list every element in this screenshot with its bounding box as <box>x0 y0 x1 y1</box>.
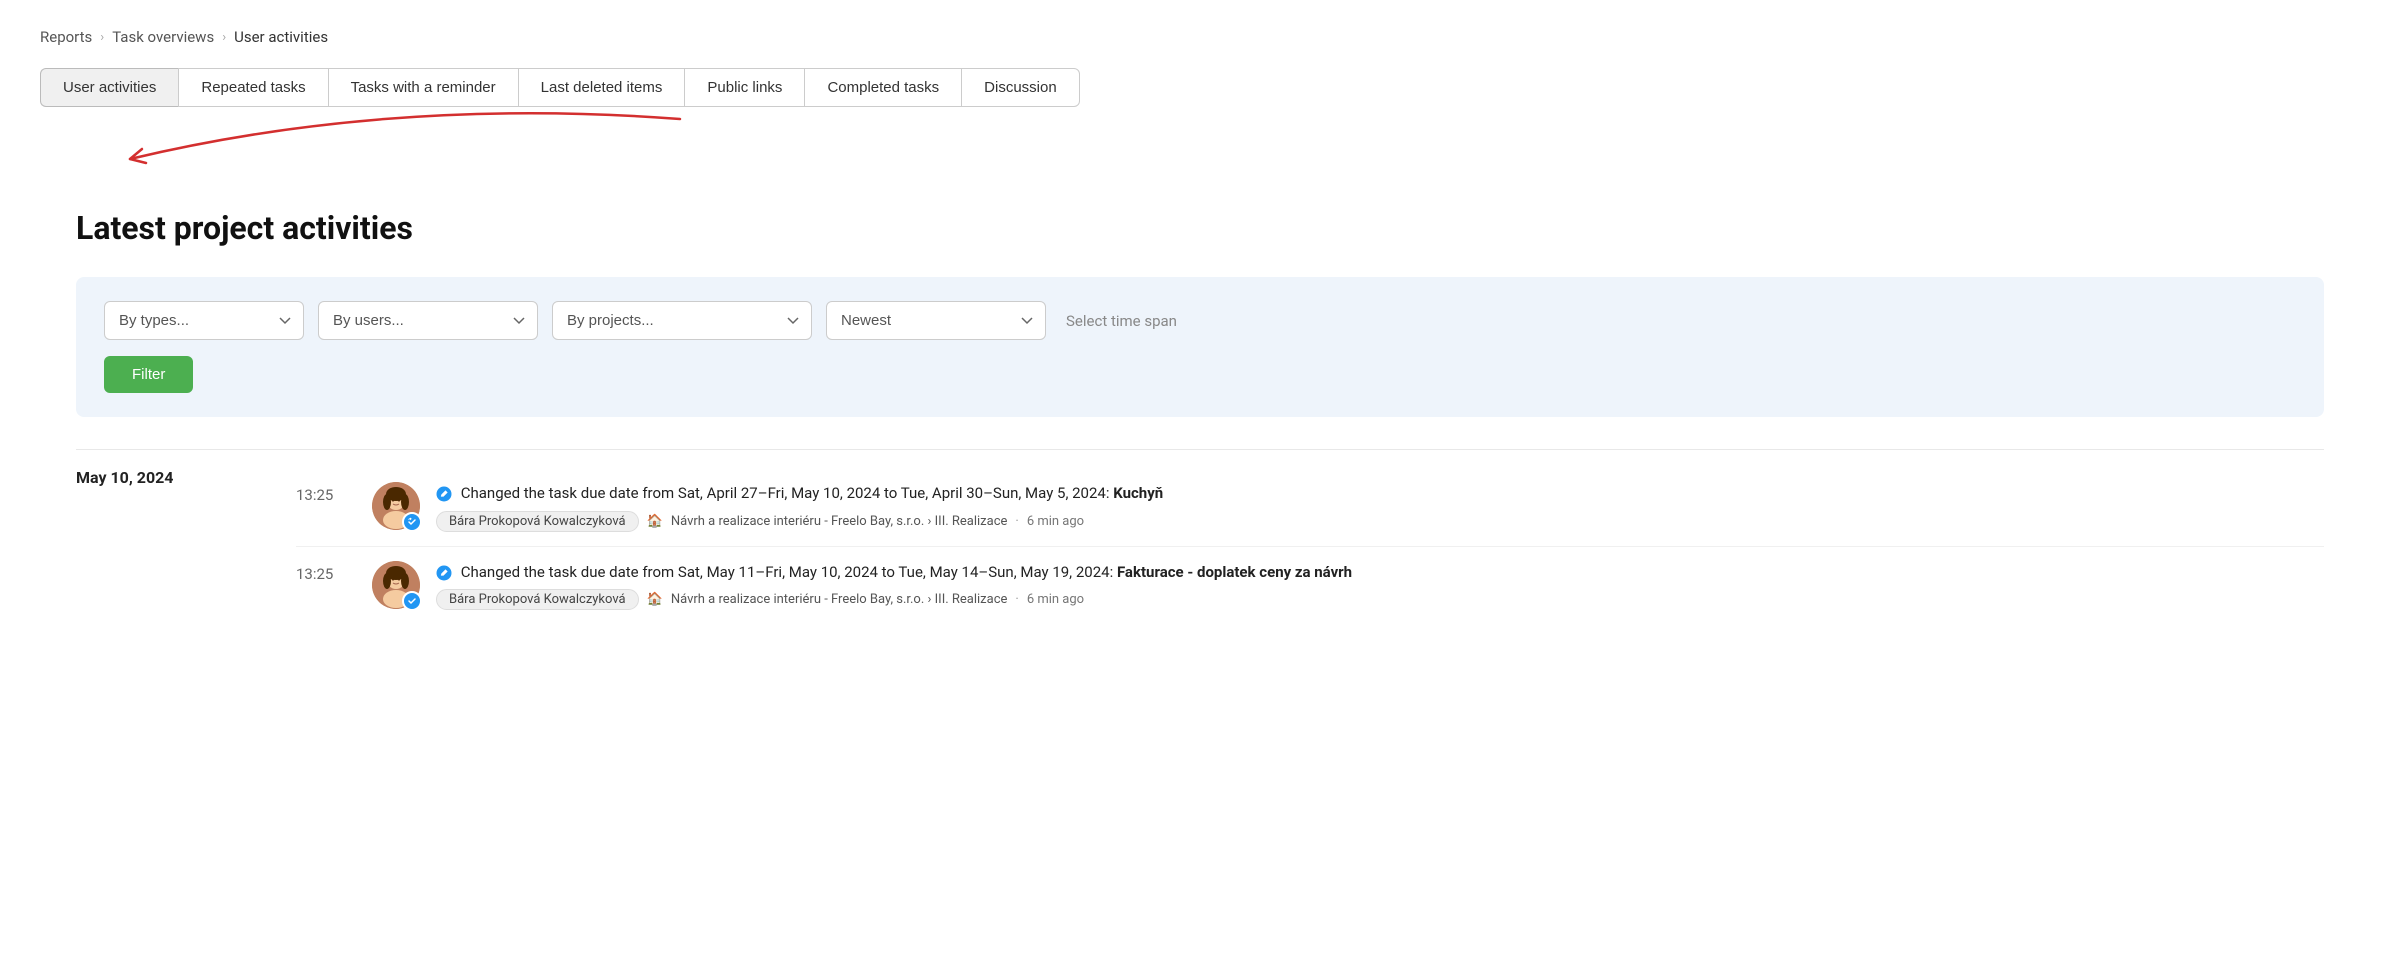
activity-list: May 10, 2024 13:25 <box>76 449 2324 634</box>
tab-user-activities[interactable]: User activities <box>40 68 178 107</box>
tab-tasks-with-reminder[interactable]: Tasks with a reminder <box>328 68 518 107</box>
date-label-may10: May 10, 2024 <box>76 468 296 487</box>
breadcrumb-reports[interactable]: Reports <box>40 28 92 46</box>
activity-items-may10: 13:25 <box>296 468 2324 624</box>
breadcrumb-sep-2: › <box>222 30 226 45</box>
tab-repeated-tasks[interactable]: Repeated tasks <box>178 68 327 107</box>
breadcrumb: Reports › Task overviews › User activiti… <box>40 28 2360 46</box>
filter-by-projects[interactable]: By projects... <box>552 301 812 340</box>
breadcrumb-sep-1: › <box>100 30 104 45</box>
tab-last-deleted-items[interactable]: Last deleted items <box>518 68 685 107</box>
tab-completed-tasks[interactable]: Completed tasks <box>804 68 961 107</box>
project-name-2: Návrh a realizace interiéru - Freelo Bay… <box>671 592 1008 607</box>
filter-by-types[interactable]: By types... <box>104 301 304 340</box>
activity-action-2: Changed the task due date from Sat, May … <box>461 563 1113 581</box>
activity-body-2: Changed the task due date from Sat, May … <box>436 561 2324 611</box>
user-badge-1: Bára Prokopová Kowalczyková <box>436 511 639 532</box>
date-header-may10: May 10, 2024 13:25 <box>76 449 2324 634</box>
user-badge-2: Bára Prokopová Kowalczyková <box>436 589 639 610</box>
pencil-icon-2 <box>436 561 452 584</box>
main-content: Latest project activities By types... By… <box>40 177 2360 666</box>
avatar-wrap-1 <box>372 482 420 530</box>
activity-action-1: Changed the task due date from Sat, Apri… <box>461 484 1110 502</box>
filter-row: By types... By users... By projects... N… <box>104 301 2296 340</box>
filter-by-users[interactable]: By users... <box>318 301 538 340</box>
activity-task-1: Kuchyň <box>1113 484 1163 502</box>
activity-text-1: Changed the task due date from Sat, Apri… <box>436 482 2324 505</box>
filter-button[interactable]: Filter <box>104 356 193 393</box>
activity-meta-2: Bára Prokopová Kowalczyková 🏠 Návrh a re… <box>436 589 2324 610</box>
avatar-badge-1 <box>402 512 422 532</box>
activity-body-1: Changed the task due date from Sat, Apri… <box>436 482 2324 532</box>
project-icon-2: 🏠 <box>647 592 663 607</box>
meta-dot-1: · <box>1015 514 1018 529</box>
filter-sort[interactable]: Newest <box>826 301 1046 340</box>
breadcrumb-current: User activities <box>234 28 328 46</box>
activity-text-2: Changed the task due date from Sat, May … <box>436 561 2324 584</box>
breadcrumb-task-overviews[interactable]: Task overviews <box>112 28 214 46</box>
filter-panel: By types... By users... By projects... N… <box>76 277 2324 417</box>
page-container: Reports › Task overviews › User activiti… <box>0 0 2400 966</box>
page-title: Latest project activities <box>76 209 2324 247</box>
avatar-wrap-2 <box>372 561 420 609</box>
tab-discussion[interactable]: Discussion <box>961 68 1080 107</box>
time-span-label: Select time span <box>1066 312 1177 330</box>
activity-item-2: 13:25 <box>296 547 2324 625</box>
activity-item-1: 13:25 <box>296 468 2324 547</box>
filter-button-row: Filter <box>104 356 2296 393</box>
avatar-badge-2 <box>402 591 422 611</box>
activity-meta-1: Bára Prokopová Kowalczyková 🏠 Návrh a re… <box>436 511 2324 532</box>
activity-time-2: 13:25 <box>296 561 356 583</box>
tabs-row: User activities Repeated tasks Tasks wit… <box>40 68 2360 107</box>
project-icon-1: 🏠 <box>647 514 663 529</box>
meta-time-1: 6 min ago <box>1027 514 1084 529</box>
arrow-annotation <box>40 107 2360 177</box>
activity-time-1: 13:25 <box>296 482 356 504</box>
meta-time-2: 6 min ago <box>1027 592 1084 607</box>
project-name-1: Návrh a realizace interiéru - Freelo Bay… <box>671 514 1008 529</box>
pencil-icon-1 <box>436 482 452 505</box>
date-group-may10: May 10, 2024 13:25 <box>76 449 2324 634</box>
meta-dot-2: · <box>1015 592 1018 607</box>
tab-public-links[interactable]: Public links <box>684 68 804 107</box>
activity-task-2: Fakturace - doplatek ceny za návrh <box>1117 563 1352 581</box>
